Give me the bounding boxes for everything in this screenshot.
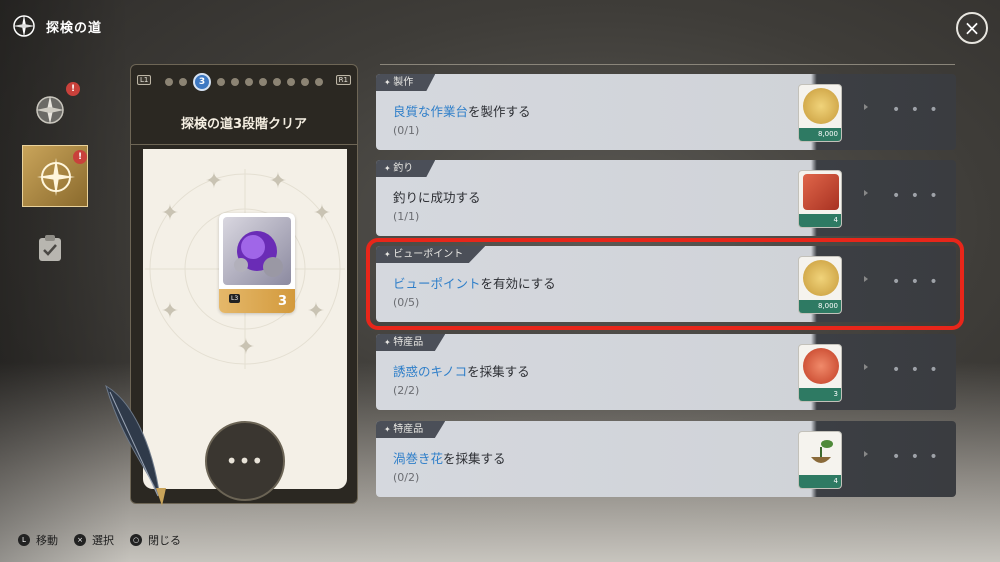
star-icon: ✦ (160, 201, 180, 226)
task-progress: (0/2) (393, 471, 420, 484)
clipboard-icon (39, 235, 61, 261)
task-category: 釣り (376, 160, 436, 177)
stage-dot[interactable] (259, 78, 267, 86)
task-reward[interactable]: 4 (798, 170, 842, 228)
reward-footer: L3 3 (219, 289, 295, 313)
close-button[interactable]: × (956, 12, 988, 44)
reward-count: 3 (799, 388, 841, 401)
arrow-icon (864, 364, 868, 370)
stage-dot[interactable] (165, 78, 173, 86)
task-category: 特産品 (376, 334, 446, 351)
page-title: 探検の道 (46, 20, 103, 36)
purple-gem-icon (223, 217, 291, 285)
task-description: 誘惑のキノコを採集する (393, 364, 530, 379)
more-icon: ••• (225, 449, 265, 473)
task-progress: (2/2) (393, 384, 420, 397)
sidebar-item-exploration-selected[interactable]: ! (22, 145, 88, 207)
stage-dot[interactable] (315, 78, 323, 86)
task-description: 良質な作業台を製作する (393, 104, 531, 119)
stage-dot[interactable] (287, 78, 295, 86)
reward-count: 4 (799, 214, 841, 227)
task-reward[interactable]: 3 (798, 344, 842, 402)
star-icon: ✦ (312, 201, 332, 226)
star-icon: ✦ (268, 169, 288, 194)
l1-shoulder-hint: L1 (137, 75, 152, 85)
stage-dot[interactable] (245, 78, 253, 86)
row-more-icon[interactable]: • • • (892, 449, 941, 465)
notification-badge: ! (73, 150, 87, 164)
close-icon: × (963, 16, 981, 40)
notification-badge: ! (66, 82, 80, 96)
arrow-icon (864, 190, 868, 196)
task-row[interactable]: 特産品 誘惑のキノコを採集する (2/2) 3 • • • (376, 334, 956, 410)
header: 探検の道 (10, 12, 102, 40)
reward-quantity: 3 (277, 294, 287, 309)
task-reward[interactable]: 4 (798, 431, 842, 489)
reward-count: 4 (799, 475, 841, 488)
star-icon: ✦ (160, 299, 180, 324)
row-more-icon[interactable]: • • • (892, 102, 941, 118)
arrow-icon (864, 104, 868, 110)
l-stick-icon: L (18, 534, 30, 546)
sidebar-item-compass[interactable]: ! (22, 82, 80, 138)
controls-footer: L 移動 × 選択 ○ 閉じる (18, 532, 181, 548)
stage-dot[interactable] (273, 78, 281, 86)
select-hint[interactable]: × 選択 (74, 532, 114, 548)
arrow-icon (864, 451, 868, 457)
task-progress: (0/1) (393, 124, 420, 137)
mushroom-icon (803, 348, 839, 384)
cross-button-icon: × (74, 534, 86, 546)
close-hint[interactable]: ○ 閉じる (130, 532, 181, 548)
circle-button-icon: ○ (130, 534, 142, 546)
stage-title: 探検の道3段階クリア (131, 105, 357, 145)
sidebar-item-tasks[interactable] (22, 228, 78, 268)
list-divider (380, 64, 955, 65)
task-description: 渦巻き花を採集する (393, 451, 506, 466)
row-more-icon[interactable]: • • • (892, 362, 941, 378)
reward-level: L3 (229, 294, 241, 303)
coin-icon (803, 88, 839, 124)
task-row[interactable]: 特産品 渦巻き花を採集する (0/2) 4 • • • (376, 421, 956, 497)
stage-dot[interactable] (301, 78, 309, 86)
gift-box-icon (803, 174, 839, 210)
task-progress: (1/1) (393, 210, 420, 223)
compass-icon (13, 15, 35, 37)
sprout-bowl-icon (811, 440, 833, 463)
row-more-icon[interactable]: • • • (892, 188, 941, 204)
quill-icon (105, 384, 166, 506)
more-button[interactable]: ••• (205, 421, 285, 501)
compass-rose-icon (36, 96, 64, 124)
stage-dot[interactable] (217, 78, 225, 86)
stage-dot[interactable] (179, 78, 187, 86)
task-row[interactable]: 製作 良質な作業台を製作する (0/1) 8,000 • • • (376, 74, 956, 150)
stage-dot-current[interactable]: 3 (193, 73, 211, 91)
task-description: 釣りに成功する (393, 190, 481, 205)
stage-dot[interactable] (231, 78, 239, 86)
star-icon: ✦ (236, 335, 256, 360)
selection-highlight (366, 238, 964, 330)
r1-shoulder-hint: R1 (335, 75, 351, 85)
task-reward[interactable]: 8,000 (798, 84, 842, 142)
reward-item[interactable]: L3 3 (219, 213, 295, 313)
star-icon: ✦ (306, 299, 326, 324)
reward-count: 8,000 (799, 128, 841, 141)
stage-pager: L1 3 R1 (131, 65, 357, 99)
star-icon: ✦ (204, 169, 224, 194)
move-hint[interactable]: L 移動 (18, 532, 58, 548)
task-category: 製作 (376, 74, 436, 91)
task-category: 特産品 (376, 421, 446, 438)
task-row[interactable]: 釣り 釣りに成功する (1/1) 4 • • • (376, 160, 956, 236)
